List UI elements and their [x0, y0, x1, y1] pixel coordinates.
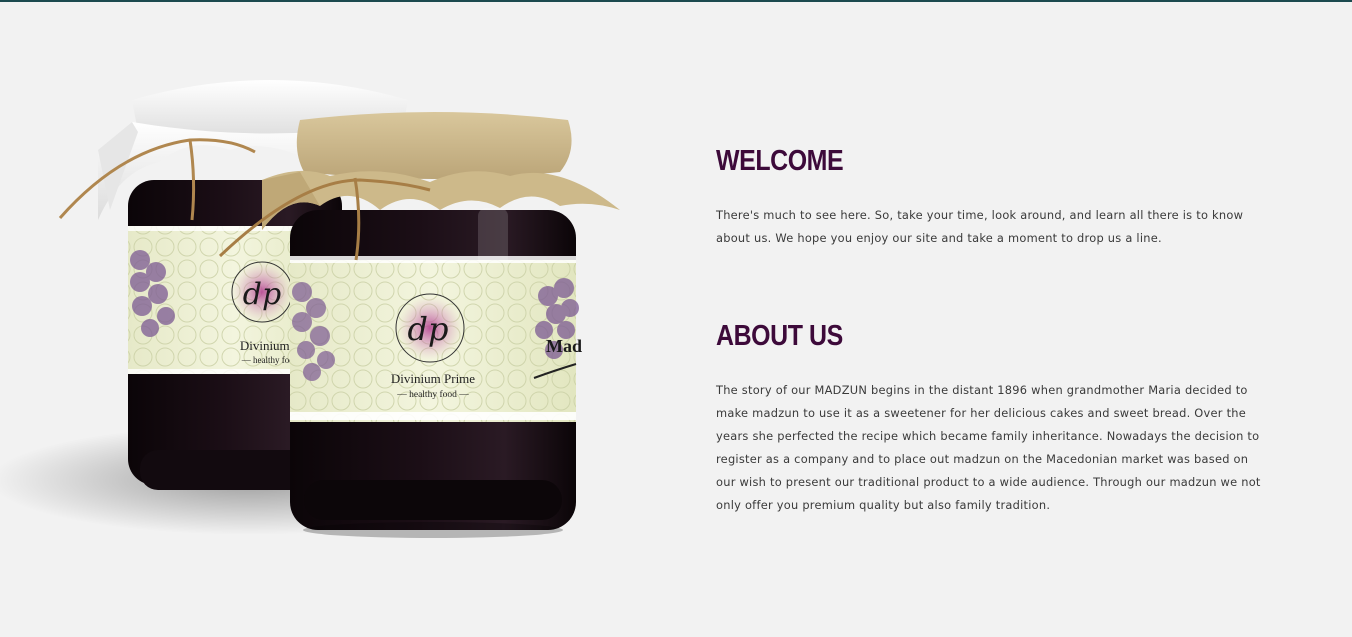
welcome-heading: WELCOME	[716, 145, 844, 177]
welcome-text: There's much to see here. So, take your …	[716, 208, 1244, 245]
svg-text:Divinium Prime: Divinium Prime	[391, 371, 475, 386]
about-text: The story of our MADZUN begins in the di…	[716, 383, 1261, 512]
svg-text:Mad: Mad	[546, 336, 582, 356]
top-border	[0, 0, 1352, 2]
svg-text:— healthy food —: — healthy food —	[396, 389, 469, 400]
svg-text:dp: dp	[408, 310, 449, 348]
product-jars-image: dp Divinium P — healthy food Mad dp Divi…	[0, 60, 640, 550]
about-heading: ABOUT US	[716, 320, 843, 352]
svg-text:dp: dp	[243, 277, 281, 312]
